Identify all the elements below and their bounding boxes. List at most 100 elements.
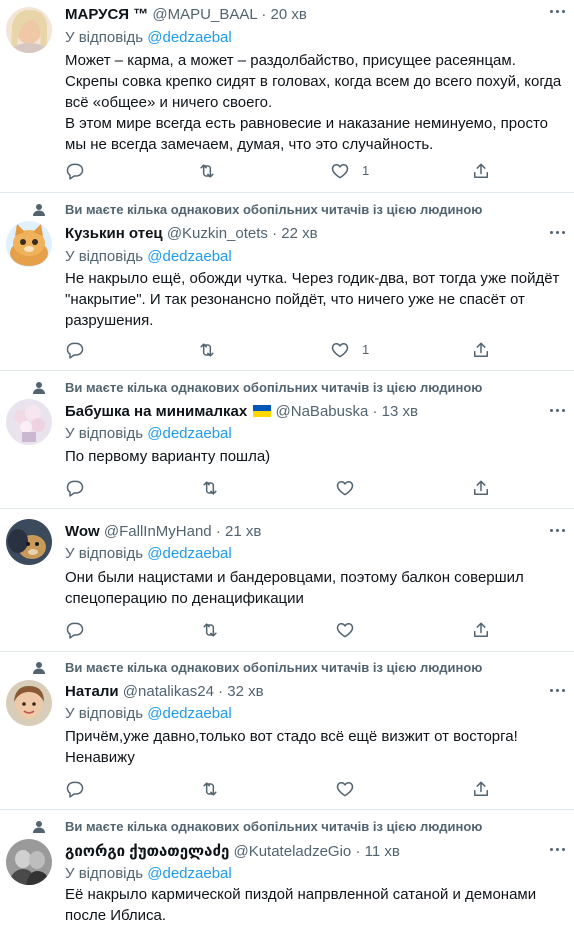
avatar[interactable]	[6, 7, 52, 53]
tweet[interactable]: Ви маєте кілька однакових обопільних чит…	[0, 371, 574, 509]
more-icon[interactable]	[550, 231, 566, 237]
tweet-text: Не накрыло ещё, обожди чутка. Через годи…	[65, 268, 565, 331]
user-handle[interactable]: @natalikas24	[123, 683, 214, 700]
tweet-text: Может – карма, а может – раздолбайство, …	[65, 50, 565, 155]
separator: ·	[355, 843, 361, 860]
tweet-header: МАРУСЯ ™ @MAPU_BAAL · 20 хв	[65, 6, 307, 23]
reply-icon[interactable]	[65, 340, 85, 360]
more-icon[interactable]	[550, 689, 566, 695]
like-icon[interactable]	[330, 340, 350, 360]
reply-icon[interactable]	[65, 620, 85, 640]
share-icon[interactable]	[471, 340, 491, 360]
display-name[interactable]: МАРУСЯ ™	[65, 6, 148, 23]
tweet-text-line: В этом мире всегда есть равновесие и нак…	[65, 115, 549, 132]
tweet[interactable]: Wow @FallInMyHand · 21 хв У відповідь @d…	[0, 509, 574, 652]
reply-prefix: У відповідь	[65, 248, 144, 265]
timestamp[interactable]: 20 хв	[270, 6, 306, 23]
retweet-icon[interactable]	[197, 161, 217, 181]
display-name[interactable]: Wow	[65, 523, 100, 540]
user-handle[interactable]: @FallInMyHand	[104, 523, 212, 540]
display-name[interactable]: Натали	[65, 683, 119, 700]
like-icon[interactable]	[335, 620, 355, 640]
timestamp[interactable]: 21 хв	[225, 523, 261, 540]
tweet-text-line: По первому варианту пошла)	[65, 448, 271, 465]
display-name[interactable]: Кузькин отец	[65, 225, 163, 242]
reply-context: У відповідь @dedzaebal	[65, 545, 232, 562]
tweet-text: Причём,уже давно,только вот стадо всё ещ…	[65, 726, 565, 768]
timestamp[interactable]: 22 хв	[281, 225, 317, 242]
user-handle[interactable]: @NaBabuska	[276, 403, 369, 420]
social-context-label: Ви маєте кілька однакових обопільних чит…	[65, 660, 483, 675]
reply-to-handle[interactable]: @dedzaebal	[147, 248, 231, 265]
more-icon[interactable]	[550, 409, 566, 415]
reply-prefix: У відповідь	[65, 865, 144, 882]
timestamp[interactable]: 13 хв	[382, 403, 418, 420]
avatar[interactable]	[6, 221, 52, 267]
social-context-label: Ви маєте кілька однакових обопільних чит…	[65, 819, 483, 834]
tweet-text-line: Причём,уже давно,только вот стадо всё ещ…	[65, 728, 518, 745]
reply-to-handle[interactable]: @dedzaebal	[147, 425, 231, 442]
tweet-actions	[65, 478, 495, 498]
tweet[interactable]: Ви маєте кілька однакових обопільних чит…	[0, 810, 574, 924]
share-icon[interactable]	[471, 478, 491, 498]
retweet-icon[interactable]	[200, 779, 220, 799]
like-icon[interactable]	[335, 478, 355, 498]
person-icon	[33, 204, 45, 216]
person-icon	[33, 382, 45, 394]
social-context-label: Ви маєте кілька однакових обопільних чит…	[65, 202, 483, 217]
tweet[interactable]: Ви маєте кілька однакових обопільних чит…	[0, 193, 574, 371]
reply-to-handle[interactable]: @dedzaebal	[147, 705, 231, 722]
timestamp[interactable]: 11 хв	[365, 843, 400, 860]
tweet-text-line: всё «общее» и ничего своего.	[65, 94, 273, 111]
reply-to-handle[interactable]: @dedzaebal	[147, 865, 231, 882]
reply-to-handle[interactable]: @dedzaebal	[147, 29, 231, 46]
tweet[interactable]: Ви маєте кілька однакових обопільних чит…	[0, 652, 574, 810]
separator: ·	[261, 6, 267, 23]
tweet-actions	[65, 779, 495, 799]
tweet-text: По первому варианту пошла)	[65, 446, 565, 467]
retweet-icon[interactable]	[200, 478, 220, 498]
like-icon[interactable]	[335, 779, 355, 799]
avatar[interactable]	[6, 399, 52, 445]
tweet-text-line: Скрепы совка крепко сидят в головах, ког…	[65, 73, 562, 90]
user-handle[interactable]: @MAPU_BAAL	[152, 6, 257, 23]
more-icon[interactable]	[550, 529, 566, 535]
like-count: 1	[362, 342, 370, 357]
reply-icon[interactable]	[65, 161, 85, 181]
user-handle[interactable]: @Kuzkin_otets	[167, 225, 268, 242]
reply-icon[interactable]	[65, 478, 85, 498]
reply-context: У відповідь @dedzaebal	[65, 29, 232, 46]
tweet-header: Wow @FallInMyHand · 21 хв	[65, 523, 261, 540]
tweet-text-line: мы не всегда замечаем, думая, что это сл…	[65, 136, 434, 153]
share-icon[interactable]	[471, 620, 491, 640]
retweet-icon[interactable]	[200, 620, 220, 640]
separator: ·	[272, 225, 278, 242]
reply-context: У відповідь @dedzaebal	[65, 425, 232, 442]
tweet-text-line: "накрытие". И так резонансно пойдёт, что…	[65, 291, 525, 308]
display-name[interactable]: Бабушка на минималках	[65, 403, 247, 420]
ukraine-flag-icon	[253, 405, 272, 417]
reply-context: У відповідь @dedzaebal	[65, 705, 232, 722]
timestamp[interactable]: 32 хв	[227, 683, 263, 700]
more-icon[interactable]	[550, 848, 566, 854]
tweet[interactable]: МАРУСЯ ™ @MAPU_BAAL · 20 хв У відповідь …	[0, 0, 574, 193]
like-icon[interactable]	[330, 161, 350, 181]
separator: ·	[215, 523, 221, 540]
share-icon[interactable]	[471, 779, 491, 799]
avatar[interactable]	[6, 519, 52, 565]
user-handle[interactable]: @KutateladzeGio	[233, 843, 351, 860]
more-icon[interactable]	[550, 10, 566, 16]
share-icon[interactable]	[471, 161, 491, 181]
tweet-text-line: Может – карма, а может – раздолбайство, …	[65, 52, 516, 69]
reply-to-handle[interactable]: @dedzaebal	[147, 545, 231, 562]
reply-icon[interactable]	[65, 779, 85, 799]
tweet-text-line: разрушения.	[65, 312, 154, 329]
avatar[interactable]	[6, 680, 52, 726]
tweet-actions: 1	[65, 340, 495, 360]
person-icon	[33, 662, 45, 674]
like-count: 1	[362, 163, 370, 178]
display-name[interactable]: გიორგი ქუთათელაძე	[65, 843, 229, 860]
retweet-icon[interactable]	[197, 340, 217, 360]
avatar[interactable]	[6, 839, 52, 885]
separator: ·	[218, 683, 224, 700]
